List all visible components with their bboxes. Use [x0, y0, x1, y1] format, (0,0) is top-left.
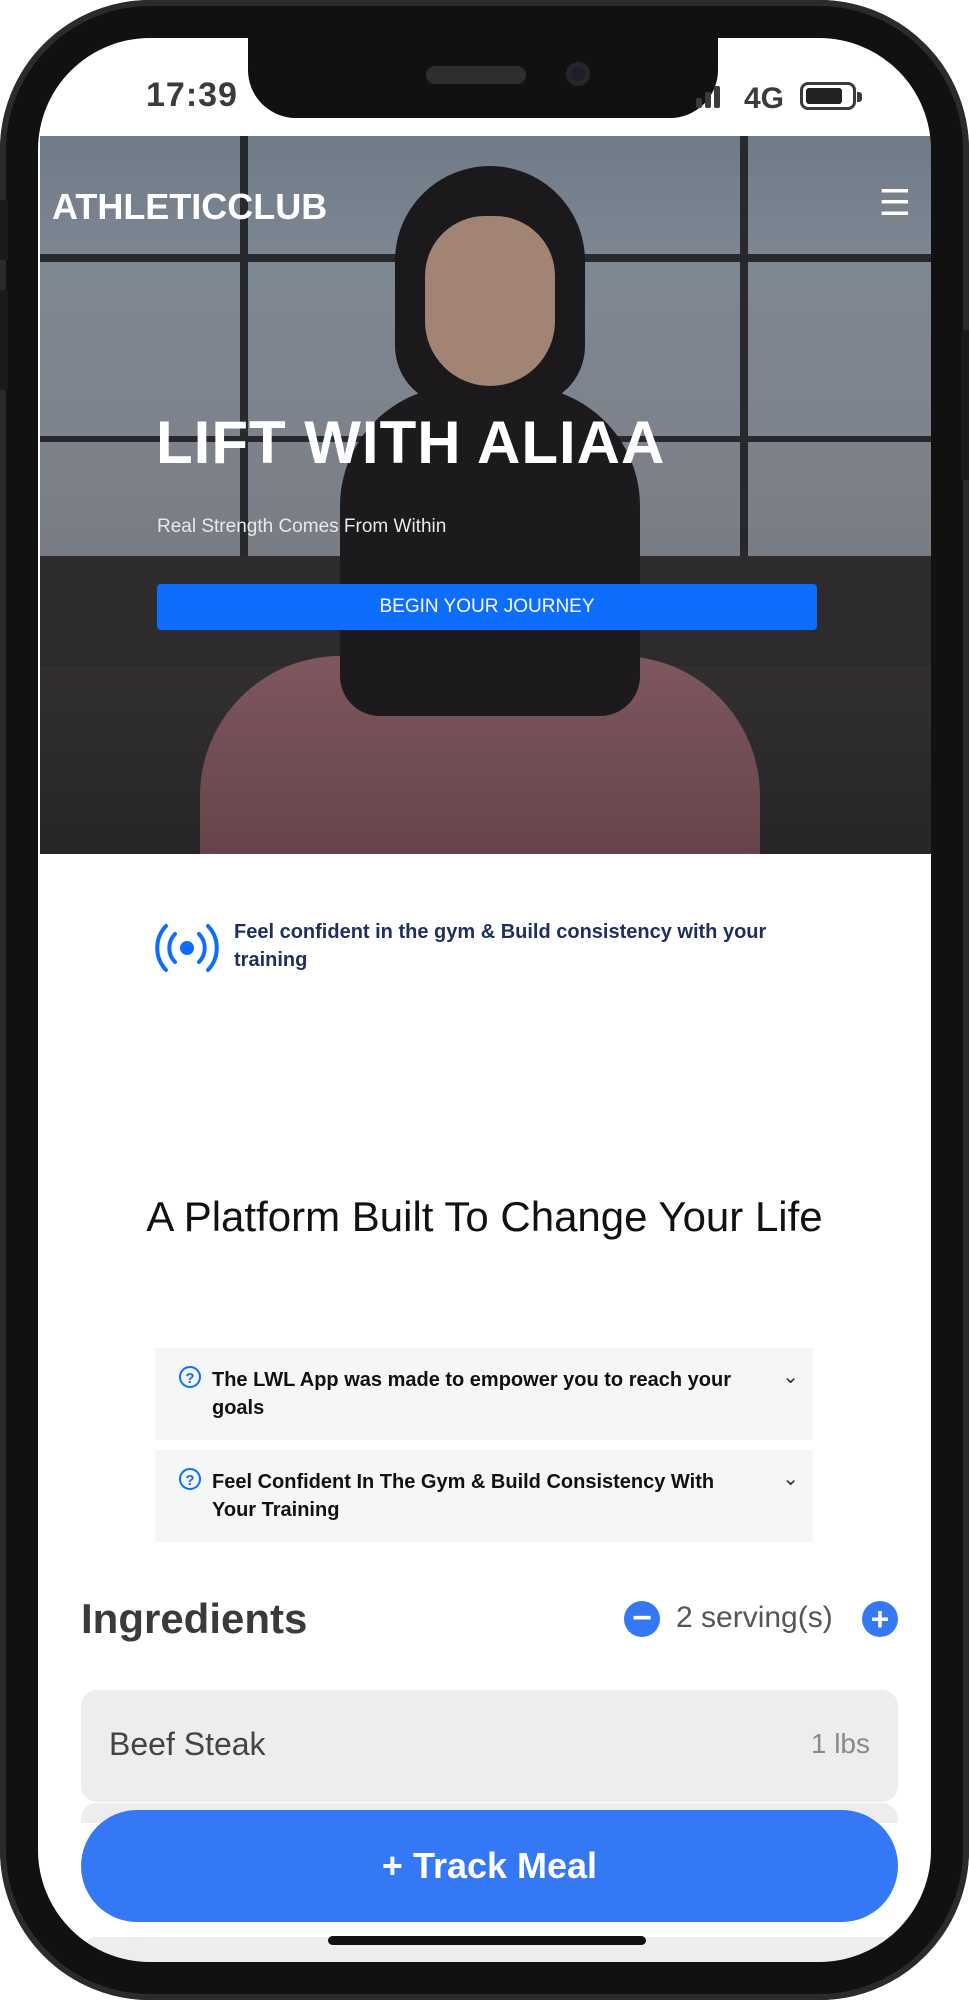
battery-icon [800, 82, 862, 110]
ingredient-row[interactable]: Beef Steak 1 lbs [81, 1690, 898, 1802]
hamburger-menu-icon[interactable]: ☰ [879, 182, 911, 224]
decrease-servings-button[interactable]: − [624, 1601, 660, 1637]
faq-question: The LWL App was made to empower you to r… [212, 1369, 731, 1419]
notch [248, 38, 718, 118]
track-meal-button[interactable]: + Track Meal [81, 1810, 898, 1922]
brand-logo[interactable]: ATHLETICCLUB [52, 186, 327, 228]
question-icon: ? [179, 1366, 201, 1388]
broadcast-icon [155, 924, 219, 972]
side-button [0, 200, 8, 260]
chevron-down-icon[interactable]: ⌄ [782, 1466, 799, 1491]
screen: 17:39 4G ATHLETICCLUB ☰ LIFT WITH ALIAA … [38, 38, 931, 1962]
ingredients-title: Ingredients [81, 1595, 308, 1642]
status-bar: 17:39 4G [38, 38, 931, 138]
signal-icon [696, 86, 723, 108]
status-time: 17:39 [146, 76, 238, 114]
question-icon: ? [179, 1468, 201, 1490]
faq-item-1[interactable]: ? The LWL App was made to empower you to… [155, 1348, 813, 1440]
platform-title: A Platform Built To Change Your Life [146, 1193, 823, 1240]
begin-journey-button[interactable]: BEGIN YOUR JOURNEY [157, 584, 817, 630]
hero-title: LIFT WITH ALIAA [156, 409, 666, 476]
increase-servings-button[interactable]: + [862, 1601, 898, 1637]
faq-question: Feel Confident In The Gym & Build Consis… [212, 1471, 715, 1521]
faq-item-2[interactable]: ? Feel Confident In The Gym & Build Cons… [155, 1450, 813, 1542]
network-type: 4G [744, 82, 785, 115]
power-button [961, 330, 969, 480]
hero-subtitle: Real Strength Comes From Within [157, 516, 447, 537]
front-camera [566, 62, 590, 86]
ingredients-card: Ingredients − 2 serving(s) + Beef Steak … [40, 1553, 931, 1962]
ingredient-name: Beef Steak [109, 1726, 266, 1762]
home-indicator[interactable] [328, 1936, 646, 1945]
servings-count: 2 serving(s) [676, 1601, 833, 1634]
hero-section: ATHLETICCLUB ☰ LIFT WITH ALIAA Real Stre… [40, 136, 931, 854]
ingredient-quantity: 1 lbs [810, 1728, 870, 1759]
speaker-grille [426, 66, 526, 84]
feature-text: Feel confident in the gym & Build consis… [234, 921, 767, 971]
phone-frame: 17:39 4G ATHLETICCLUB ☰ LIFT WITH ALIAA … [0, 0, 969, 2000]
volume-button [0, 290, 8, 390]
chevron-down-icon[interactable]: ⌄ [782, 1364, 799, 1389]
